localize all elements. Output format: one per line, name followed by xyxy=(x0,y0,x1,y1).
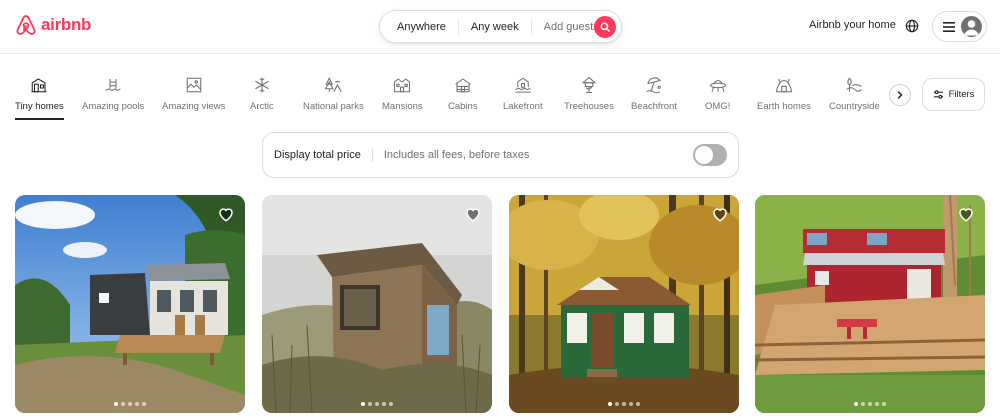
search-where[interactable]: Anywhere xyxy=(380,18,459,35)
category-bar: Tiny homes Amazing pools Amazing views A… xyxy=(0,66,1000,126)
category-label: Countryside xyxy=(829,101,880,112)
listing-card[interactable] xyxy=(509,195,739,413)
category-label: Mansions xyxy=(382,101,423,112)
listing-photo[interactable] xyxy=(15,195,245,413)
mansion-icon xyxy=(394,78,411,93)
countryside-icon xyxy=(846,77,863,92)
category-scroll-next-button[interactable] xyxy=(889,84,911,106)
total-price-title: Display total price xyxy=(274,148,373,162)
airbnb-logo[interactable]: airbnb xyxy=(15,13,91,37)
user-menu-button[interactable] xyxy=(932,11,987,42)
category-amazing-pools[interactable]: Amazing pools xyxy=(82,76,144,122)
heart-icon[interactable] xyxy=(464,205,482,223)
category-beachfront[interactable]: Beachfront xyxy=(631,76,677,122)
airbnb-your-home-link[interactable]: Airbnb your home xyxy=(809,19,896,31)
category-label: Amazing views xyxy=(162,101,226,112)
category-arctic[interactable]: Arctic xyxy=(250,76,274,122)
display-total-price-panel: Display total price Includes all fees, b… xyxy=(262,132,739,178)
cabin-icon xyxy=(454,78,471,93)
photo-dots xyxy=(509,402,739,406)
category-treehouses[interactable]: Treehouses xyxy=(564,76,614,122)
category-label: National parks xyxy=(303,101,364,112)
category-label: Earth homes xyxy=(757,101,811,112)
chevron-right-icon xyxy=(897,91,903,99)
total-price-subtitle: Includes all fees, before taxes xyxy=(383,149,530,161)
airbnb-logo-icon xyxy=(16,15,36,35)
total-price-toggle[interactable] xyxy=(693,144,727,166)
listing-photo[interactable] xyxy=(509,195,739,413)
category-earth-homes[interactable]: Earth homes xyxy=(757,76,811,122)
globe-icon[interactable] xyxy=(905,19,919,33)
hamburger-icon xyxy=(943,21,955,32)
heart-icon[interactable] xyxy=(217,205,235,223)
category-cabins[interactable]: Cabins xyxy=(448,76,478,122)
category-amazing-views[interactable]: Amazing views xyxy=(162,76,225,122)
category-lakefront[interactable]: Lakefront xyxy=(503,76,543,122)
ufo-icon xyxy=(709,79,726,92)
listing-photo[interactable] xyxy=(755,195,985,413)
view-icon xyxy=(186,77,201,93)
category-label: Tiny homes xyxy=(15,101,64,120)
photo-dots xyxy=(15,402,245,406)
search-button[interactable] xyxy=(594,16,616,38)
filters-button[interactable]: Filters xyxy=(922,78,985,111)
beach-icon xyxy=(646,77,661,94)
category-label: Arctic xyxy=(250,101,274,112)
earth-home-icon xyxy=(775,78,793,93)
heart-icon[interactable] xyxy=(957,205,975,223)
category-label: Treehouses xyxy=(564,101,614,112)
listing-card[interactable] xyxy=(755,195,985,413)
pool-icon xyxy=(105,79,121,91)
filters-label: Filters xyxy=(948,89,975,100)
filters-icon xyxy=(933,90,943,99)
category-label: Lakefront xyxy=(503,101,543,112)
category-label: Amazing pools xyxy=(82,101,145,112)
category-national-parks[interactable]: National parks xyxy=(303,76,364,122)
category-label: OMG! xyxy=(705,101,731,112)
top-header: airbnb Anywhere Any week Add guests Airb… xyxy=(0,0,1000,54)
search-bar[interactable]: Anywhere Any week Add guests xyxy=(379,10,622,43)
national-park-icon xyxy=(324,77,343,93)
tiny-home-icon xyxy=(31,78,47,93)
category-mansions[interactable]: Mansions xyxy=(382,76,423,122)
lakefront-icon xyxy=(515,77,531,93)
treehouse-icon xyxy=(581,76,597,94)
category-tiny-homes[interactable]: Tiny homes xyxy=(15,76,64,122)
listing-card[interactable] xyxy=(262,195,492,413)
photo-dots xyxy=(262,402,492,406)
brand-name: airbnb xyxy=(41,15,92,34)
category-label: Beachfront xyxy=(631,101,677,112)
heart-icon[interactable] xyxy=(711,205,729,223)
avatar xyxy=(961,16,982,37)
category-countryside[interactable]: Countryside xyxy=(829,76,880,122)
search-when[interactable]: Any week xyxy=(459,18,532,35)
snowflake-icon xyxy=(255,77,269,93)
category-omg[interactable]: OMG! xyxy=(705,76,730,122)
listing-card[interactable] xyxy=(15,195,245,413)
photo-dots xyxy=(755,402,985,406)
toggle-knob xyxy=(695,146,713,164)
category-label: Cabins xyxy=(448,101,478,112)
search-icon xyxy=(600,22,610,32)
user-icon xyxy=(964,20,979,36)
listing-photo[interactable] xyxy=(262,195,492,413)
